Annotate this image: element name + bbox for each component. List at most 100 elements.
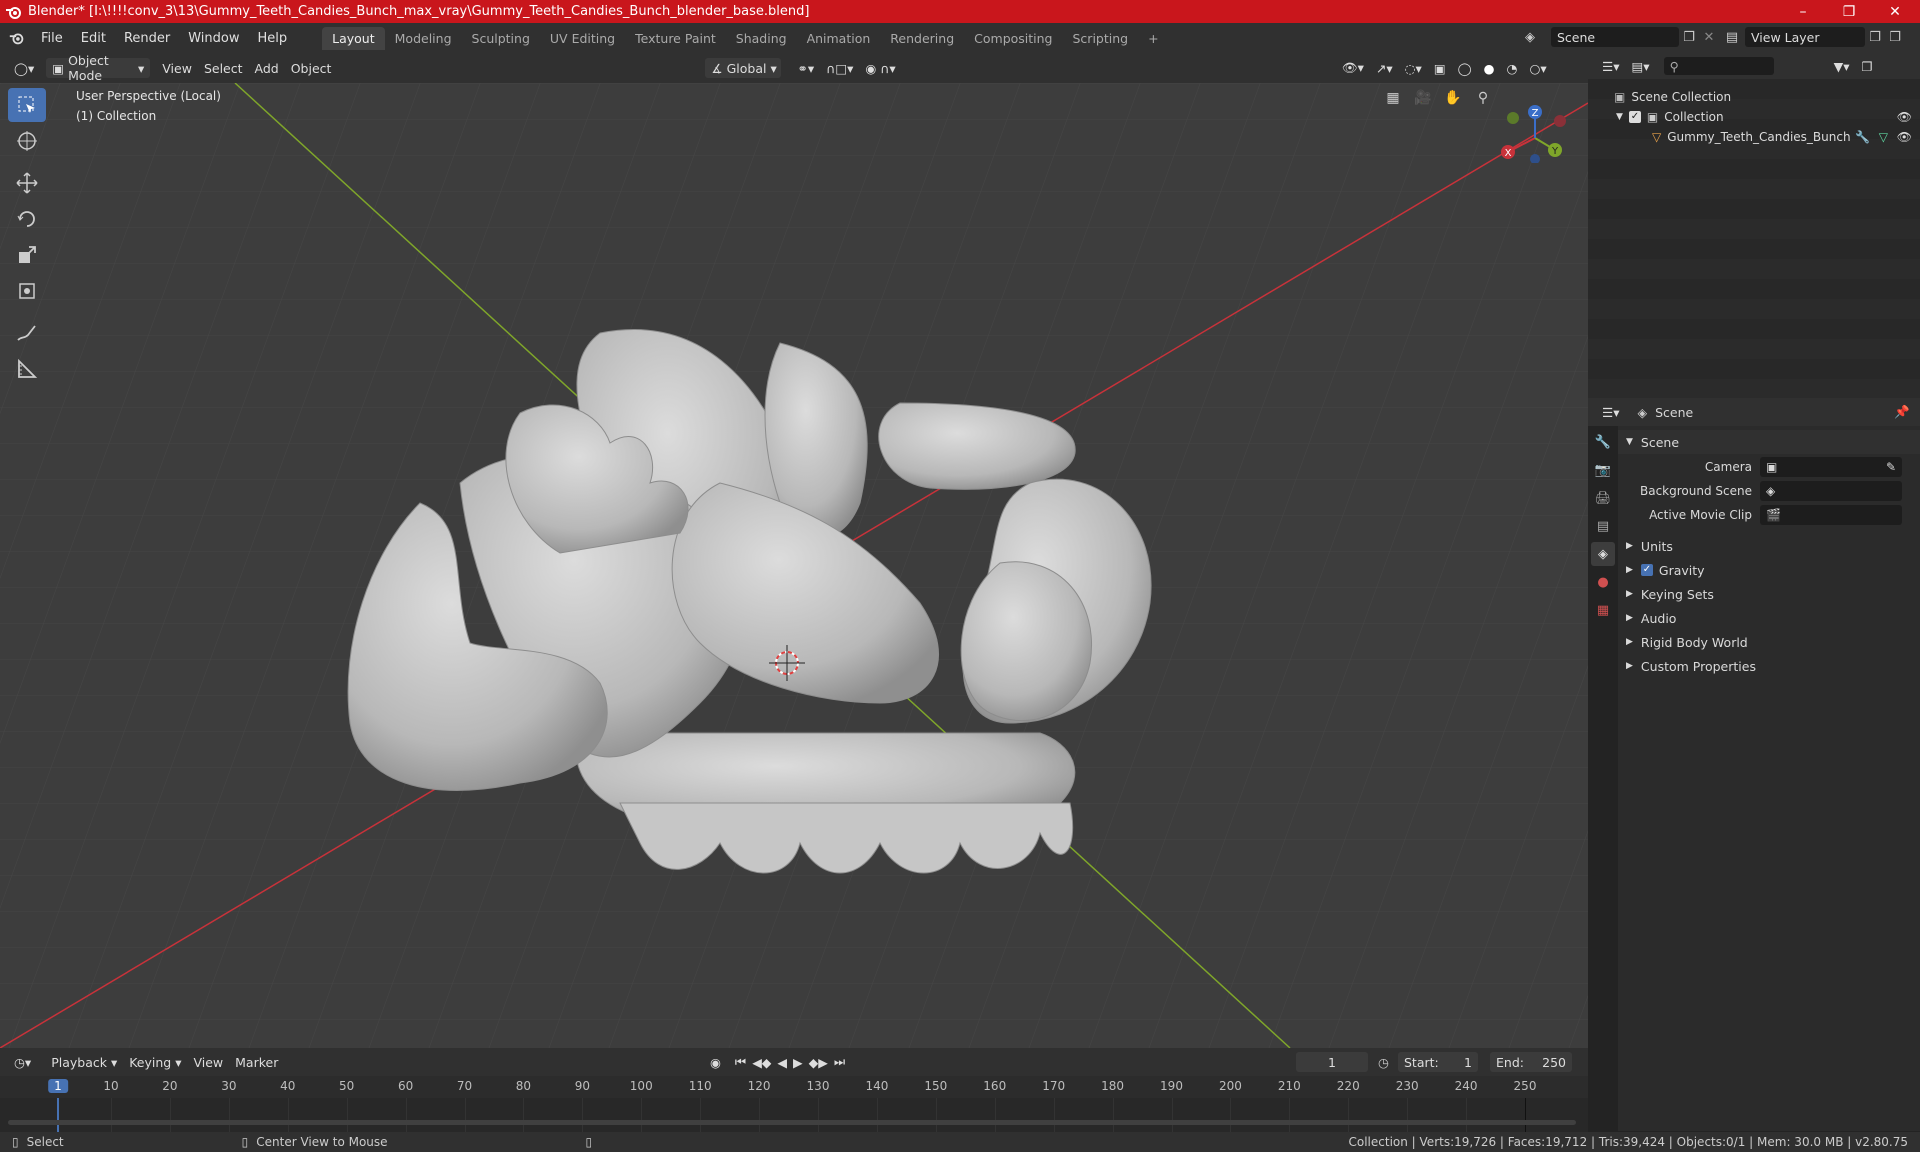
start-frame-field[interactable]: Start: 1: [1398, 1052, 1478, 1072]
tab-scripting[interactable]: Scripting: [1063, 27, 1139, 50]
tab-compositing[interactable]: Compositing: [964, 27, 1062, 50]
tab-uv-editing[interactable]: UV Editing: [540, 27, 625, 50]
xray-icon[interactable]: ▣: [1428, 58, 1452, 78]
outliner-collection[interactable]: ▼ ✓ ▣ Collection 👁: [1588, 107, 1920, 127]
scale-tool[interactable]: [8, 238, 46, 272]
world-properties-tab[interactable]: ●: [1591, 570, 1615, 594]
rigid-body-world-panel[interactable]: ▶ Rigid Body World: [1618, 630, 1920, 654]
preview-range-icon[interactable]: ◷: [1378, 1055, 1389, 1070]
pan-view-icon[interactable]: ✋: [1440, 85, 1466, 111]
pin-icon[interactable]: 📌: [1894, 404, 1910, 420]
select-box-tool[interactable]: [8, 88, 46, 122]
next-keyframe-icon[interactable]: ◆▶: [809, 1055, 828, 1070]
3d-viewport[interactable]: X Y Z ▦ 🎥 ✋ ⚲: [0, 83, 1588, 1048]
camera-field[interactable]: ▣ ✎: [1760, 457, 1902, 477]
menu-file[interactable]: File: [32, 31, 72, 46]
playhead-line[interactable]: [57, 1098, 59, 1132]
scene-browse-icon[interactable]: ◈: [1525, 30, 1551, 45]
play-icon[interactable]: ▶: [793, 1055, 803, 1070]
scene-properties-tab[interactable]: ◈: [1591, 542, 1615, 566]
tab-animation[interactable]: Animation: [797, 27, 881, 50]
toggle-perspective-icon[interactable]: ▦: [1380, 85, 1406, 111]
tool-properties-tab[interactable]: 🔧: [1591, 430, 1615, 454]
outliner-object[interactable]: ▽ Gummy_Teeth_Candies_Bunch 🔧 ▽ 👁: [1588, 127, 1920, 147]
menu-playback[interactable]: Playback ▾: [45, 1052, 123, 1072]
close-icon[interactable]: ✕: [1872, 0, 1918, 23]
navigation-gizmo[interactable]: X Y Z: [1496, 93, 1566, 163]
object-visibility-icon[interactable]: 👁: [1897, 130, 1912, 144]
menu-object[interactable]: Object: [285, 58, 338, 78]
minimize-icon[interactable]: –: [1780, 0, 1826, 23]
menu-edit[interactable]: Edit: [72, 31, 115, 46]
background-scene-field[interactable]: ◈: [1760, 481, 1902, 501]
outliner-filter-icon[interactable]: ▼▾: [1828, 56, 1856, 76]
mesh-data-icon[interactable]: ▽: [1879, 130, 1888, 144]
menu-help[interactable]: Help: [249, 31, 297, 46]
current-frame-marker[interactable]: 1: [48, 1079, 68, 1093]
overlay-icon[interactable]: ◌▾: [1399, 58, 1428, 78]
jump-end-icon[interactable]: ⏭: [834, 1054, 845, 1070]
menu-add[interactable]: Add: [249, 58, 285, 78]
menu-select[interactable]: Select: [198, 58, 249, 78]
new-collection-icon[interactable]: ❐: [1855, 56, 1878, 76]
transform-tool[interactable]: [8, 274, 46, 308]
new-view-layer-icon[interactable]: ❐: [1865, 30, 1885, 45]
tab-sculpting[interactable]: Sculpting: [462, 27, 540, 50]
current-frame-field[interactable]: 1: [1296, 1052, 1368, 1072]
remove-view-layer-icon[interactable]: ❐: [1885, 30, 1905, 45]
scene-panel-header[interactable]: ▼ Scene: [1618, 430, 1920, 454]
gravity-checkbox[interactable]: ✓: [1640, 564, 1653, 576]
new-scene-icon[interactable]: ❐: [1679, 30, 1699, 45]
active-movie-clip-field[interactable]: 🎬: [1760, 505, 1902, 525]
menu-window[interactable]: Window: [179, 31, 248, 46]
properties-editor-type-icon[interactable]: ☰▾: [1596, 402, 1625, 422]
tab-texture-paint[interactable]: Texture Paint: [625, 27, 726, 50]
zoom-view-icon[interactable]: ⚲: [1470, 85, 1496, 111]
view-layer-properties-tab[interactable]: ▤: [1591, 514, 1615, 538]
record-icon[interactable]: ◉: [710, 1055, 721, 1070]
modifier-icon[interactable]: 🔧: [1855, 130, 1870, 144]
measure-tool[interactable]: [8, 352, 46, 386]
visibility-icon[interactable]: 👁▾: [1336, 58, 1370, 78]
pivot-point-icon[interactable]: ⚭▾: [791, 58, 820, 78]
output-properties-tab[interactable]: 🖨: [1591, 486, 1615, 510]
transform-orientation[interactable]: ∡ Global ▾: [705, 58, 782, 78]
prev-keyframe-icon[interactable]: ◀◆: [752, 1055, 771, 1070]
custom-properties-panel[interactable]: ▶ Custom Properties: [1618, 654, 1920, 678]
view-layer-selector[interactable]: View Layer: [1745, 27, 1865, 47]
material-shading-icon[interactable]: ◔: [1501, 58, 1524, 78]
tab-modeling[interactable]: Modeling: [385, 27, 462, 50]
menu-keying[interactable]: Keying ▾: [123, 1052, 187, 1072]
tab-rendering[interactable]: Rendering: [880, 27, 964, 50]
cursor-tool[interactable]: [8, 124, 46, 158]
menu-view[interactable]: View: [156, 58, 198, 78]
tab-shading[interactable]: Shading: [726, 27, 797, 50]
wireframe-shading-icon[interactable]: ◯: [1452, 58, 1478, 78]
tab-layout[interactable]: Layout: [322, 26, 385, 50]
add-workspace-icon[interactable]: +: [1138, 27, 1168, 50]
outliner-scene-collection[interactable]: ▣ Scene Collection: [1588, 87, 1920, 107]
annotate-tool[interactable]: [8, 316, 46, 350]
keying-sets-panel[interactable]: ▶ Keying Sets: [1618, 582, 1920, 606]
menu-marker[interactable]: Marker: [229, 1052, 284, 1072]
menu-render[interactable]: Render: [115, 31, 179, 46]
mode-selector[interactable]: ▣ Object Mode ▾: [46, 53, 151, 83]
view-layer-icon[interactable]: ▤: [1719, 30, 1745, 45]
rotate-tool[interactable]: [8, 202, 46, 236]
camera-view-icon[interactable]: 🎥: [1410, 85, 1436, 111]
collection-checkbox[interactable]: ✓: [1628, 111, 1641, 123]
rendered-shading-icon[interactable]: ○▾: [1523, 58, 1552, 78]
gravity-panel[interactable]: ▶ ✓ Gravity: [1618, 558, 1920, 582]
outliner-search-input[interactable]: ⚲: [1663, 57, 1774, 75]
menu-timeline-view[interactable]: View: [187, 1052, 229, 1072]
outliner-display-mode-icon[interactable]: ▤▾: [1625, 56, 1655, 76]
play-reverse-icon[interactable]: ◀: [777, 1055, 787, 1070]
move-tool[interactable]: [8, 166, 46, 200]
outliner-editor-type-icon[interactable]: ☰▾: [1596, 56, 1625, 76]
render-properties-tab[interactable]: 📷: [1591, 458, 1615, 482]
collection-visibility-icon[interactable]: 👁: [1897, 110, 1912, 124]
end-frame-field[interactable]: End: 250: [1490, 1052, 1572, 1072]
timeline-scrollbar[interactable]: [8, 1120, 1576, 1125]
units-panel[interactable]: ▶ Units: [1618, 534, 1920, 558]
blender-menu-icon[interactable]: [8, 29, 26, 47]
